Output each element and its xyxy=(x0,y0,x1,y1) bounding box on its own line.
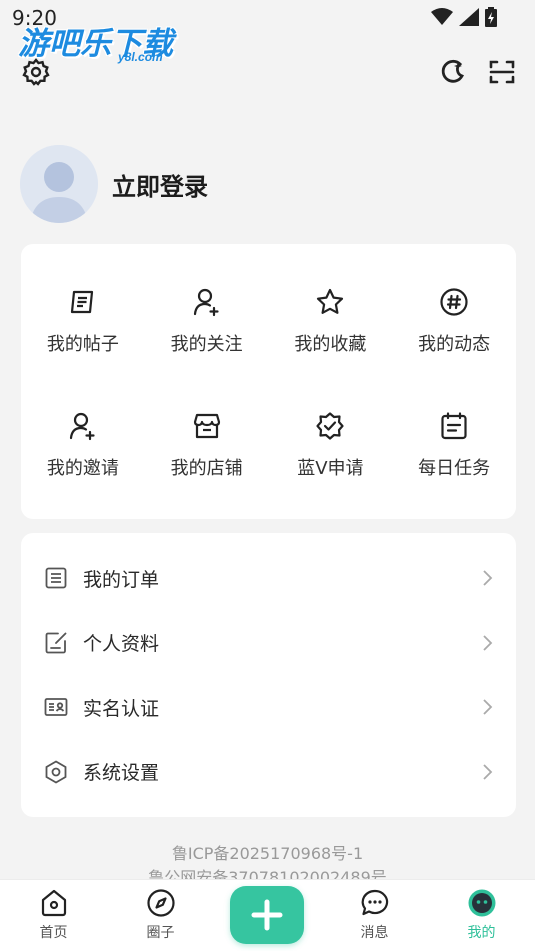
follow-user-icon xyxy=(191,286,223,318)
profile-header[interactable]: 立即登录 xyxy=(20,145,208,223)
icp-record-link[interactable]: 鲁ICP备2025170968号-1 xyxy=(0,840,535,864)
grid-item-label: 每日任务 xyxy=(418,458,491,479)
tab-label: 首页 xyxy=(39,925,68,941)
home-icon xyxy=(41,889,66,917)
menu-item-real-name-verification[interactable]: 实名认证 xyxy=(21,675,516,740)
grid-item-blue-v-apply[interactable]: 蓝V申请 xyxy=(269,368,393,492)
tab-label: 我的 xyxy=(467,925,496,941)
avatar[interactable] xyxy=(20,145,98,223)
wifi-icon xyxy=(431,8,453,25)
default-avatar-icon xyxy=(20,145,98,223)
chevron-right-icon xyxy=(483,764,493,780)
menu-item-label: 个人资料 xyxy=(83,633,160,656)
id-card-icon xyxy=(43,694,69,720)
grid-item-label: 我的帖子 xyxy=(46,334,119,355)
grid-item-label: 我的收藏 xyxy=(294,334,367,355)
compass-icon xyxy=(146,889,175,917)
status-icons xyxy=(431,7,497,27)
grid-item-label: 我的店铺 xyxy=(170,458,243,479)
settings-gear-button[interactable] xyxy=(20,56,52,88)
scan-icon xyxy=(489,60,515,84)
gear-icon xyxy=(22,58,50,86)
create-post-button[interactable] xyxy=(230,886,304,944)
chevron-right-icon xyxy=(483,699,493,715)
hashtag-icon xyxy=(438,286,470,318)
menu-list-card: 我的订单 个人资料 实名认证 系统设置 xyxy=(21,533,516,817)
star-icon xyxy=(314,286,346,318)
scan-button[interactable] xyxy=(486,56,518,88)
grid-item-my-follows[interactable]: 我的关注 xyxy=(145,244,269,368)
quick-actions-card: 我的帖子 我的关注 我的收藏 我的动态 我的邀请 我的店铺 蓝V申请 每日任务 xyxy=(21,244,516,519)
order-list-icon xyxy=(43,565,69,591)
grid-item-my-activity[interactable]: 我的动态 xyxy=(392,244,516,368)
battery-icon xyxy=(485,7,497,27)
grid-item-label: 我的邀请 xyxy=(46,458,119,479)
grid-item-my-invites[interactable]: 我的邀请 xyxy=(21,368,145,492)
chevron-right-icon xyxy=(483,570,493,586)
night-mode-button[interactable] xyxy=(436,56,468,88)
verified-badge-icon xyxy=(314,410,346,442)
menu-item-label: 系统设置 xyxy=(83,762,160,785)
grid-item-my-posts[interactable]: 我的帖子 xyxy=(21,244,145,368)
mine-face-icon xyxy=(468,889,495,917)
grid-item-label: 蓝V申请 xyxy=(297,458,364,479)
tab-mine[interactable]: 我的 xyxy=(428,880,535,951)
grid-item-my-store[interactable]: 我的店铺 xyxy=(145,368,269,492)
menu-item-label: 我的订单 xyxy=(83,568,160,591)
menu-item-system-settings[interactable]: 系统设置 xyxy=(21,740,516,805)
moon-icon xyxy=(441,59,464,83)
posts-icon xyxy=(67,286,99,318)
signal-icon xyxy=(459,8,479,26)
store-icon xyxy=(191,410,223,442)
invite-user-icon xyxy=(67,410,99,442)
tab-home[interactable]: 首页 xyxy=(0,880,107,951)
chevron-right-icon xyxy=(483,635,493,651)
calendar-task-icon xyxy=(438,410,470,442)
grid-item-label: 我的关注 xyxy=(170,334,243,355)
grid-item-label: 我的动态 xyxy=(418,334,491,355)
chat-icon xyxy=(361,889,388,916)
menu-item-profile-info[interactable]: 个人资料 xyxy=(21,611,516,676)
tab-label: 圈子 xyxy=(146,925,175,941)
grid-item-my-favorites[interactable]: 我的收藏 xyxy=(269,244,393,368)
plus-icon xyxy=(251,899,283,931)
watermark-logo-sub: y8l.com xyxy=(118,50,163,64)
login-link[interactable]: 立即登录 xyxy=(112,167,208,202)
edit-profile-icon xyxy=(43,630,69,656)
menu-item-label: 实名认证 xyxy=(83,697,160,720)
menu-item-my-orders[interactable]: 我的订单 xyxy=(21,546,516,611)
tab-label: 消息 xyxy=(360,925,389,941)
tab-circles[interactable]: 圈子 xyxy=(107,880,214,951)
tab-messages[interactable]: 消息 xyxy=(321,880,428,951)
grid-item-daily-tasks[interactable]: 每日任务 xyxy=(392,368,516,492)
settings-hex-icon xyxy=(43,759,69,785)
